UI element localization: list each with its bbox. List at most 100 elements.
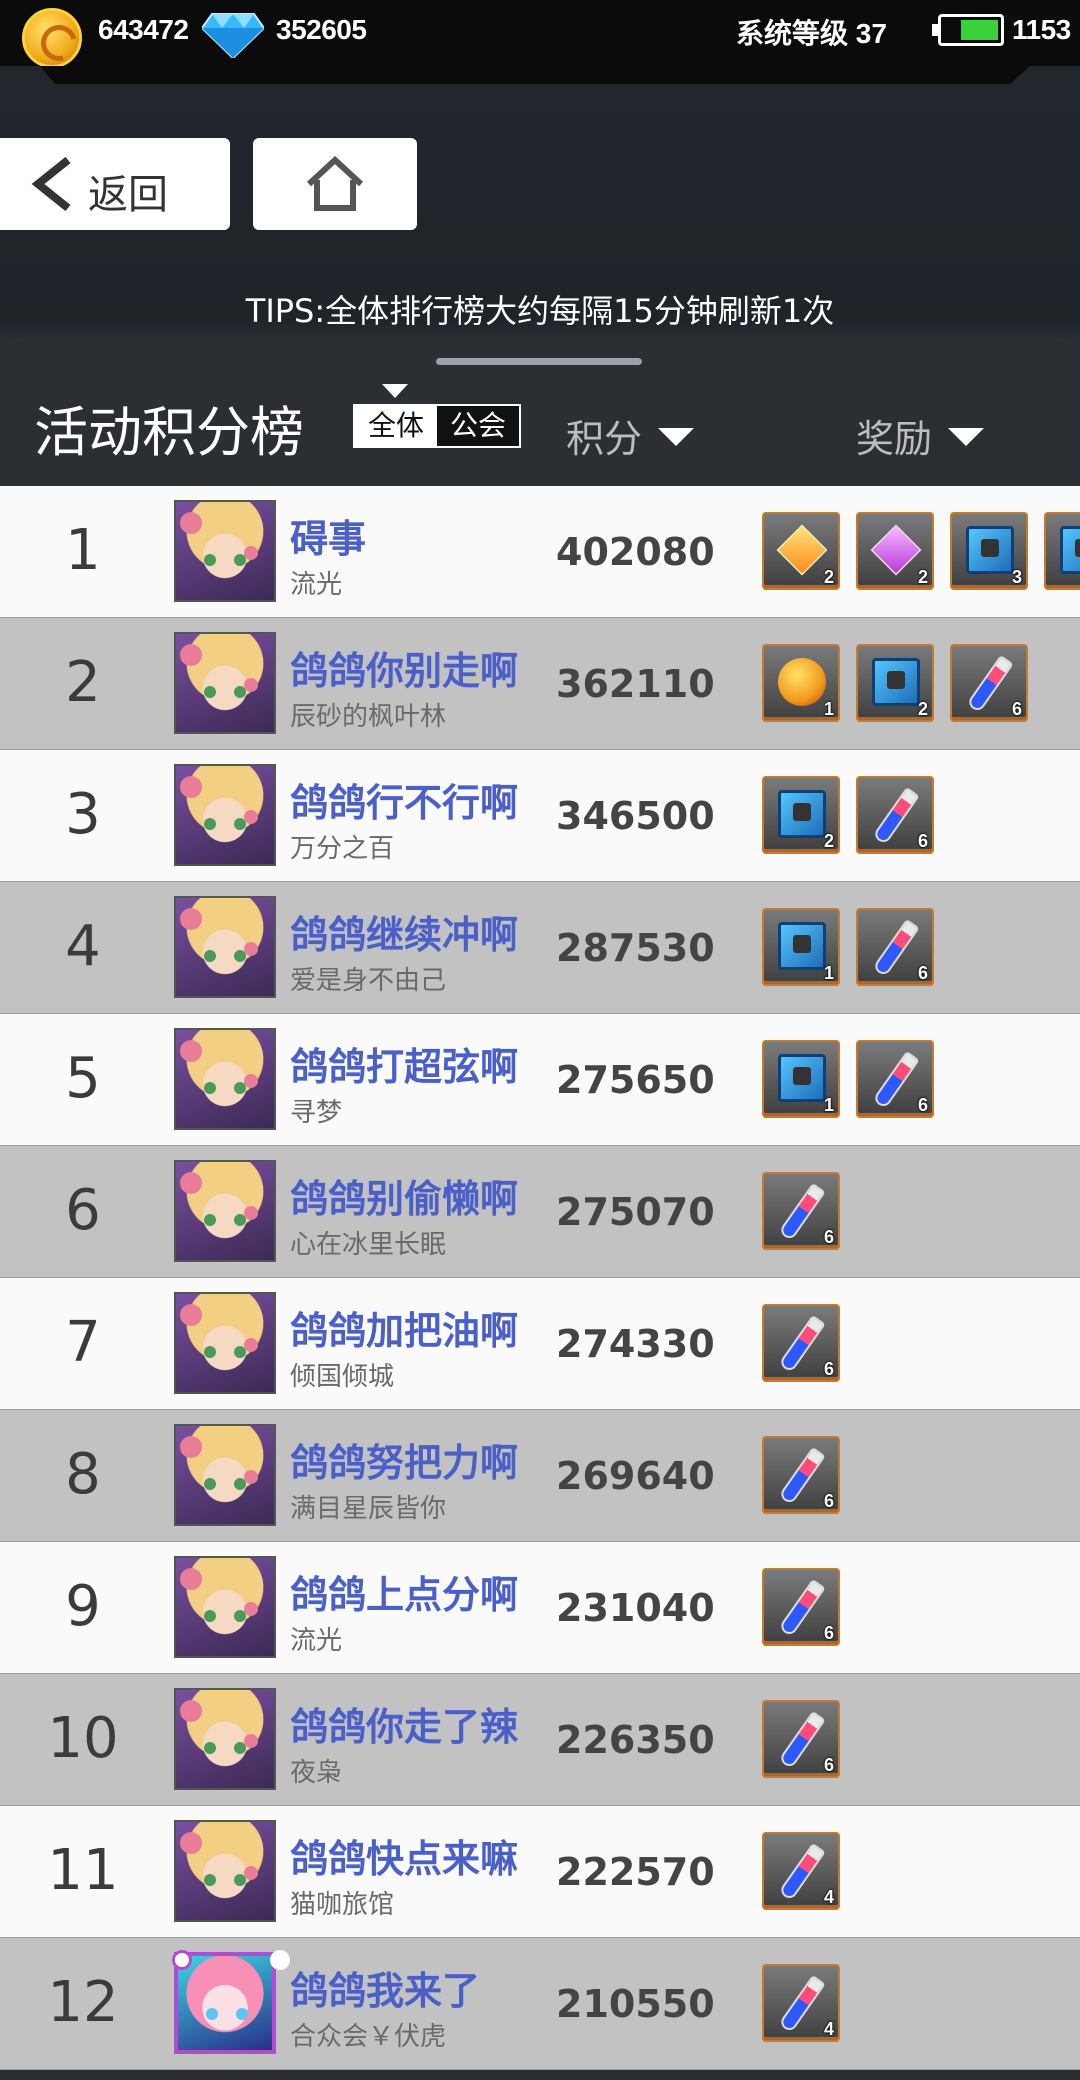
leaderboard-row[interactable]: 8 鸽鸽努把力啊 满目星辰皆你 269640 6	[0, 1410, 1080, 1542]
leaderboard-row[interactable]: 2 鸽鸽你别走啊 辰砂的枫叶林 362110 1 2 6	[0, 618, 1080, 750]
reward-item[interactable]: 1	[762, 1040, 840, 1118]
reward-count: 4	[823, 1887, 834, 1907]
player-name: 鸽鸽快点来嘛	[290, 1837, 519, 1881]
reward-item[interactable]: 6	[856, 908, 934, 986]
reward-count: 6	[823, 1227, 834, 1247]
reward-item[interactable]: 2	[856, 512, 934, 590]
reward-list: 2 2 3	[762, 512, 1080, 592]
energy-amount: 1153	[1012, 14, 1071, 45]
reward-count: 3	[1011, 567, 1022, 587]
player-score: 402080	[556, 530, 715, 574]
reward-item[interactable]: 6	[762, 1436, 840, 1514]
player-name: 鸽鸽你走了辣	[290, 1705, 519, 1749]
back-label: 返回	[88, 172, 168, 218]
reward-list: 1 2 6	[762, 644, 1080, 724]
vial-icon	[778, 1182, 826, 1242]
player-score: 362110	[556, 662, 715, 706]
gold-coin-icon	[22, 8, 82, 68]
home-icon	[306, 156, 364, 211]
player-score: 269640	[556, 1454, 715, 1498]
rank-number: 3	[65, 782, 101, 847]
reward-item[interactable]: 1	[762, 908, 840, 986]
leaderboard-row[interactable]: 11 鸽鸽快点来嘛 猫咖旅馆 222570 4	[0, 1806, 1080, 1938]
leaderboard-row[interactable]: 10 鸽鸽你走了辣 夜枭 226350 6	[0, 1674, 1080, 1806]
leaderboard-row[interactable]: 4 鸽鸽继续冲啊 爱是身不由己 287530 1 6	[0, 882, 1080, 1014]
player-avatar[interactable]	[174, 1688, 276, 1790]
player-avatar[interactable]	[174, 1424, 276, 1526]
reward-count: 1	[823, 699, 834, 719]
player-name: 碍事	[290, 517, 367, 561]
toggle-indicator-icon	[382, 384, 408, 398]
home-button[interactable]	[253, 138, 417, 230]
player-avatar[interactable]	[174, 632, 276, 734]
vial-icon	[872, 918, 920, 978]
guild-name: 合众会￥伏虎	[290, 2022, 447, 2052]
caret-down-icon	[948, 428, 985, 446]
player-avatar[interactable]	[174, 1028, 276, 1130]
vial-icon	[778, 1446, 826, 1506]
item-icon	[1060, 526, 1080, 574]
leaderboard-row[interactable]: 6 鸽鸽别偷懒啊 心在冰里长眠 275070 6	[0, 1146, 1080, 1278]
leaderboard-row[interactable]: 7 鸽鸽加把油啊 倾国倾城 274330 6	[0, 1278, 1080, 1410]
reward-item[interactable]: 2	[762, 512, 840, 590]
reward-item[interactable]	[1044, 512, 1080, 590]
player-avatar[interactable]	[174, 1820, 276, 1922]
reward-sort-header[interactable]: 奖励	[856, 408, 985, 463]
reward-count: 2	[917, 567, 928, 587]
score-sort-header[interactable]: 积分	[566, 408, 695, 463]
reward-item[interactable]: 6	[762, 1700, 840, 1778]
reward-list: 6	[762, 1172, 1080, 1252]
rank-number: 12	[47, 1970, 119, 2035]
reward-item[interactable]: 6	[762, 1568, 840, 1646]
reward-list: 4	[762, 1832, 1080, 1912]
player-avatar[interactable]	[174, 1292, 276, 1394]
chip-icon	[872, 658, 920, 706]
reward-item[interactable]: 2	[856, 644, 934, 722]
reward-item[interactable]: 4	[762, 1964, 840, 2042]
player-score: 275070	[556, 1190, 715, 1234]
guild-name: 心在冰里长眠	[290, 1230, 447, 1260]
player-name: 鸽鸽我来了	[290, 1969, 481, 2013]
reward-count: 2	[823, 831, 834, 851]
gold-amount: 643472	[98, 14, 189, 45]
reward-header-label: 奖励	[856, 417, 933, 461]
reward-count: 6	[823, 1623, 834, 1643]
rank-number: 10	[47, 1706, 119, 1771]
reward-item[interactable]: 3	[950, 512, 1028, 590]
reward-item[interactable]: 6	[762, 1304, 840, 1382]
score-header-label: 积分	[566, 417, 643, 461]
player-avatar[interactable]	[174, 1556, 276, 1658]
vial-icon	[778, 1314, 826, 1374]
toggle-guild[interactable]: 公会	[437, 406, 519, 446]
reward-item[interactable]: 2	[762, 776, 840, 854]
leaderboard-row[interactable]: 1 碍事 流光 402080 2 2 3	[0, 486, 1080, 618]
rank-number: 6	[65, 1178, 101, 1243]
back-button[interactable]: 返回	[0, 138, 230, 230]
player-avatar[interactable]	[172, 1950, 276, 2054]
guild-name: 寻梦	[290, 1098, 343, 1128]
reward-item[interactable]: 6	[856, 776, 934, 854]
leaderboard-row[interactable]: 12 鸽鸽我来了 合众会￥伏虎 210550 4	[0, 1938, 1080, 2070]
leaderboard-row[interactable]: 5 鸽鸽打超弦啊 寻梦 275650 1 6	[0, 1014, 1080, 1146]
reward-count: 6	[823, 1359, 834, 1379]
drag-handle[interactable]	[436, 358, 642, 365]
toggle-all[interactable]: 全体	[355, 406, 437, 446]
diamond-amount: 352605	[276, 14, 367, 45]
player-avatar[interactable]	[174, 764, 276, 866]
player-avatar[interactable]	[174, 1160, 276, 1262]
reward-item[interactable]: 6	[762, 1172, 840, 1250]
reward-item[interactable]: 6	[856, 1040, 934, 1118]
player-avatar[interactable]	[174, 500, 276, 602]
reward-item[interactable]: 1	[762, 644, 840, 722]
reward-item[interactable]: 6	[950, 644, 1028, 722]
player-score: 210550	[556, 1982, 715, 2026]
player-avatar[interactable]	[174, 896, 276, 998]
vial-icon	[778, 1842, 826, 1902]
reward-count: 1	[823, 963, 834, 983]
guild-name: 万分之百	[290, 834, 395, 864]
leaderboard-row[interactable]: 9 鸽鸽上点分啊 流光 231040 6	[0, 1542, 1080, 1674]
vial-icon	[778, 1974, 826, 2034]
rank-number: 11	[47, 1838, 119, 1903]
leaderboard-row[interactable]: 3 鸽鸽行不行啊 万分之百 346500 2 6	[0, 750, 1080, 882]
reward-item[interactable]: 4	[762, 1832, 840, 1910]
